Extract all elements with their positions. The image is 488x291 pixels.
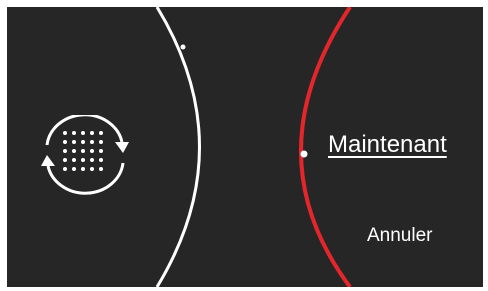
dot-grid [63, 131, 103, 171]
left-selector-arc [155, 7, 201, 287]
left-arc-marker [180, 44, 186, 50]
right-arc-marker [300, 150, 308, 158]
sync-icon[interactable] [39, 113, 131, 195]
cancel-button[interactable]: Annuler [367, 225, 433, 247]
now-button[interactable]: Maintenant [328, 131, 447, 159]
sync-dialog-screen: Maintenant Annuler [7, 7, 483, 287]
